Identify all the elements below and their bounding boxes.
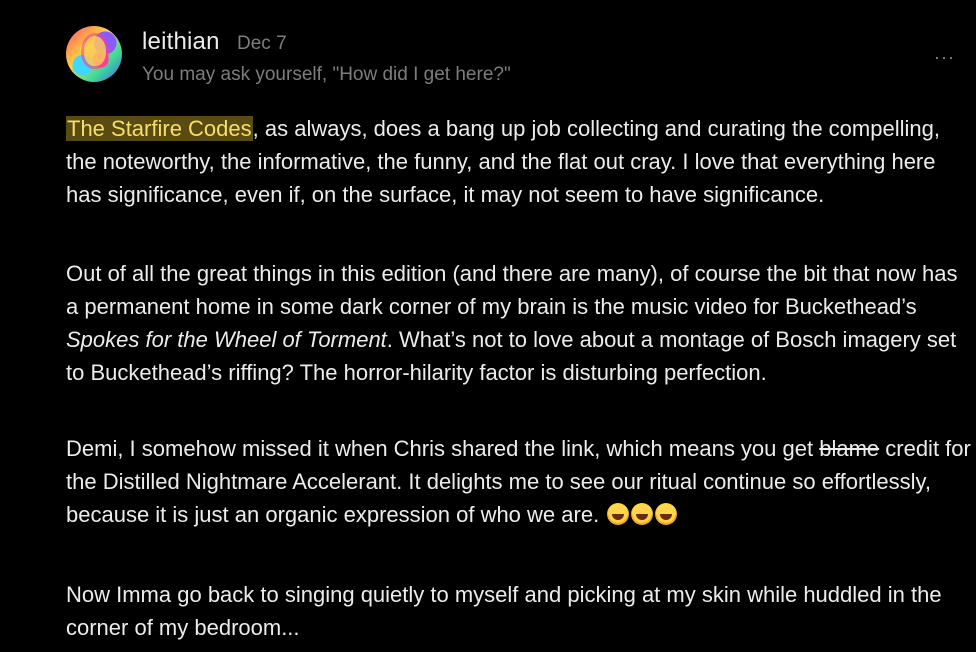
rolling-on-floor-laughing-emoji-icon bbox=[655, 503, 678, 525]
rolling-on-floor-laughing-emoji-icon bbox=[631, 503, 654, 525]
paragraph-2-text-before: Out of all the great things in this edit… bbox=[66, 261, 958, 319]
more-options-icon[interactable]: ··· bbox=[934, 48, 955, 66]
comment-date[interactable]: Dec 7 bbox=[237, 33, 287, 55]
comment-paragraph-3: Demi, I somehow missed it when Chris sha… bbox=[66, 432, 971, 531]
comment-paragraph-2: Out of all the great things in this edit… bbox=[66, 257, 971, 389]
comment-paragraph-1: The Starfire Codes, as always, does a ba… bbox=[66, 112, 971, 211]
avatar[interactable] bbox=[66, 26, 122, 82]
comment: leithian Dec 7 You may ask yourself, "Ho… bbox=[0, 0, 976, 652]
paragraph-3-text-before: Demi, I somehow missed it when Chris sha… bbox=[66, 436, 820, 461]
author-tagline: You may ask yourself, "How did I get her… bbox=[142, 64, 511, 85]
italic-video-title: Spokes for the Wheel of Torment bbox=[66, 327, 387, 352]
struck-word: blame bbox=[819, 436, 880, 461]
comment-paragraph-4: Now Imma go back to singing quietly to m… bbox=[66, 582, 942, 640]
rolling-on-floor-laughing-emoji-icon bbox=[607, 503, 630, 525]
avatar-face bbox=[84, 36, 106, 66]
highlighted-publication-name: The Starfire Codes bbox=[66, 116, 253, 141]
author-name[interactable]: leithian bbox=[142, 28, 220, 56]
